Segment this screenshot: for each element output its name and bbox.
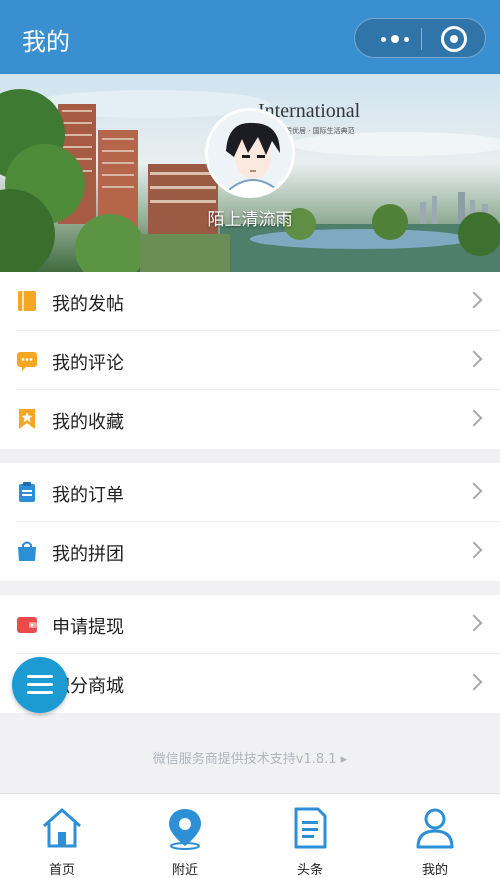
chevron-right-icon: [465, 409, 483, 427]
menu-item-label: 我的订单: [52, 485, 124, 506]
menu-item-label: 我的拼团: [52, 544, 124, 565]
menu-item-my-group-buy[interactable]: 我的拼团: [16, 522, 500, 581]
menu-item-my-comments[interactable]: 我的评论: [16, 331, 500, 390]
tab-label: 头条: [296, 863, 323, 878]
menu-item-label: 我的发帖: [52, 294, 124, 315]
chevron-right-icon: [465, 673, 483, 691]
tech-support-link[interactable]: 微信服务商提供技术支持v1.8.1 ▸: [0, 748, 500, 767]
tab-label: 首页: [48, 863, 75, 878]
chevron-right-icon: [465, 291, 483, 309]
user-icon: [416, 808, 454, 849]
wallet-icon: [17, 617, 37, 633]
menu-group-wallet: 申请提现 积分商城: [0, 595, 500, 713]
tab-label: 附近: [171, 863, 198, 878]
tab-nearby[interactable]: 附近: [145, 806, 225, 878]
floating-menu-button[interactable]: [12, 657, 68, 713]
miniprogram-capsule: [354, 18, 486, 58]
menu-item-my-orders[interactable]: 我的订单: [16, 463, 500, 522]
menu-group-posts: 我的发帖 我的评论 我的收藏: [0, 272, 500, 449]
user-name: 陌上清流雨: [207, 210, 293, 230]
tab-home[interactable]: 首页: [22, 806, 102, 878]
menu-item-points-mall[interactable]: 积分商城: [16, 654, 500, 713]
comment-icon: [17, 352, 37, 371]
navbar: 我的: [0, 0, 500, 74]
menu-icon-bar: [27, 683, 53, 686]
clipboard-icon: [19, 482, 35, 502]
tab-mine[interactable]: 我的: [395, 806, 475, 878]
notebook-icon: [18, 291, 36, 311]
avatar[interactable]: [205, 108, 295, 198]
document-icon: [294, 807, 327, 849]
menu-item-my-favorites[interactable]: 我的收藏: [16, 390, 500, 449]
chevron-right-icon: [465, 614, 483, 632]
menu-icon-bar: [27, 691, 53, 694]
menu-item-my-posts[interactable]: 我的发帖: [16, 272, 500, 331]
chevron-right-icon: [465, 541, 483, 559]
tab-label: 我的: [421, 863, 448, 878]
tab-headlines[interactable]: 头条: [270, 806, 350, 878]
home-icon: [43, 808, 81, 848]
menu-item-label: 我的评论: [52, 353, 124, 374]
bookmark-icon: [19, 409, 35, 429]
menu-icon-bar: [27, 675, 53, 678]
chevron-right-icon: [465, 350, 483, 368]
location-pin-icon: [169, 809, 201, 850]
page-title: 我的: [22, 28, 70, 56]
tab-bar: 首页 附近 头条 我的: [0, 793, 500, 878]
capsule-divider: [421, 28, 422, 50]
more-dots-icon[interactable]: [373, 27, 417, 51]
chevron-right-icon: [465, 482, 483, 500]
menu-group-orders: 我的订单 我的拼团: [0, 463, 500, 581]
menu-item-label: 申请提现: [52, 617, 124, 638]
shopping-bag-icon: [18, 541, 36, 561]
target-circle-icon[interactable]: [441, 26, 467, 52]
menu-item-withdraw[interactable]: 申请提现: [16, 595, 500, 654]
menu-item-label: 我的收藏: [52, 412, 124, 433]
